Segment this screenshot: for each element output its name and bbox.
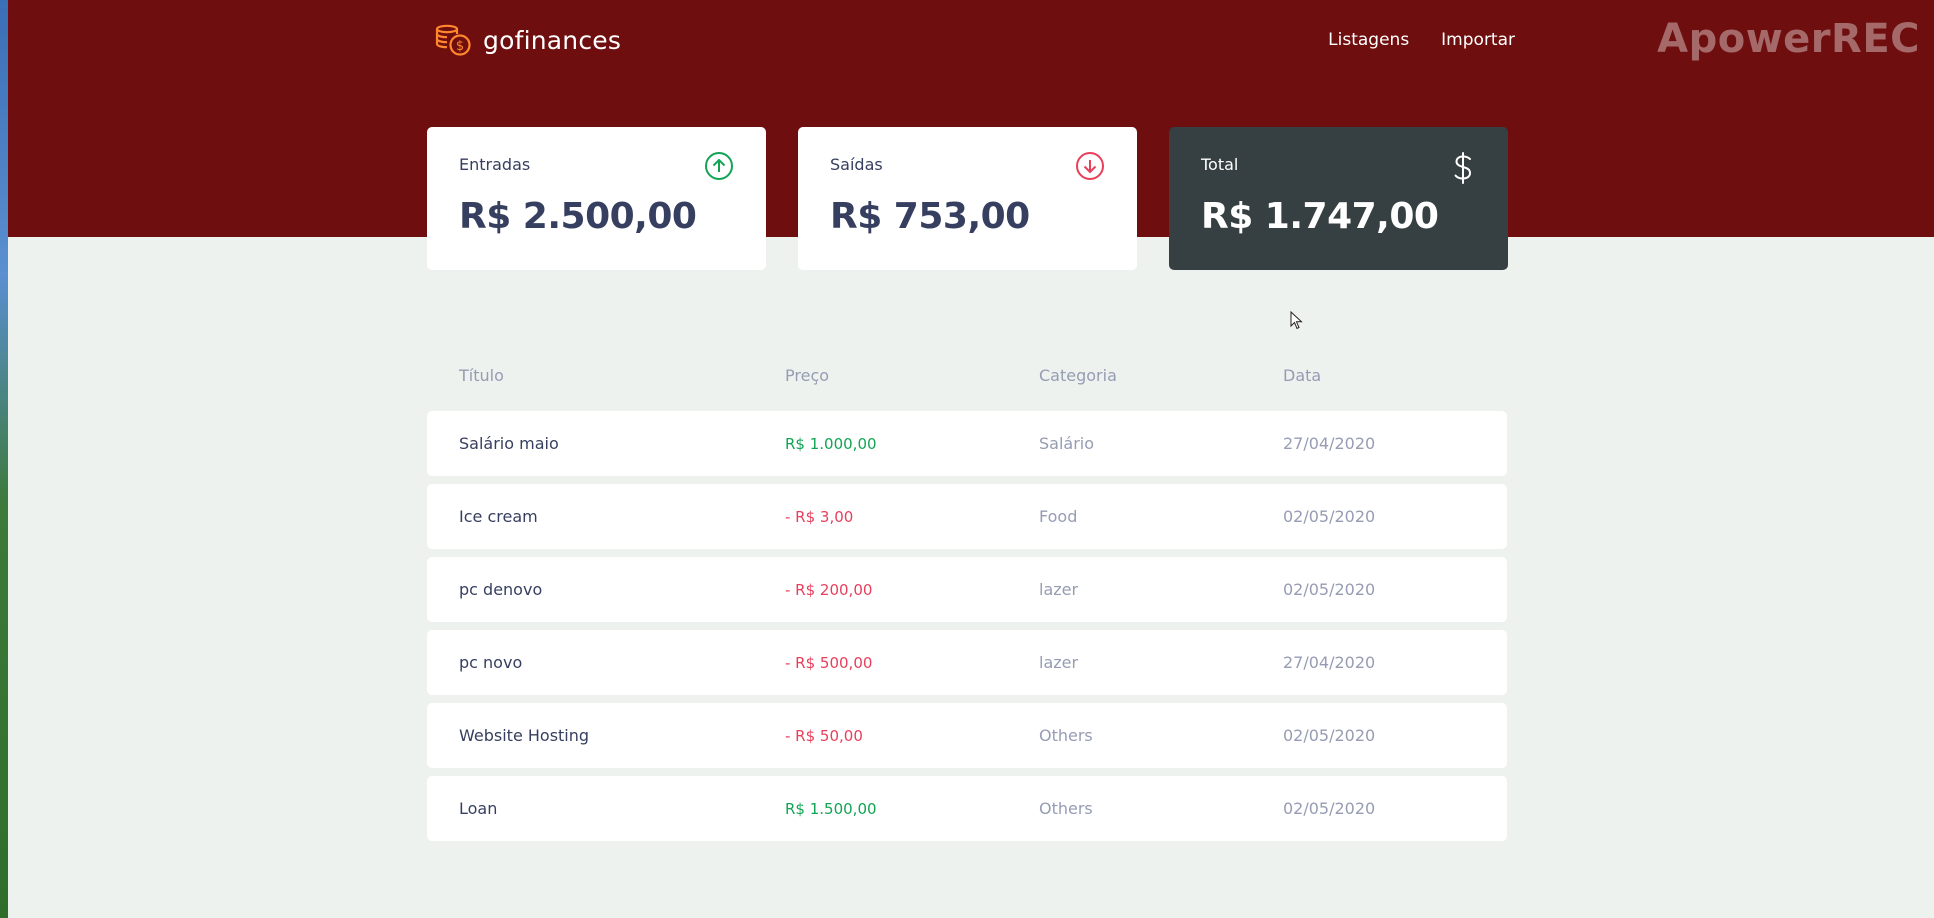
- table-row: Salário maio R$ 1.000,00 Salário 27/04/2…: [427, 411, 1507, 476]
- recorder-watermark: ApowerREC: [1657, 16, 1920, 62]
- total-card-label: Total: [1201, 155, 1239, 174]
- table-row: pc denovo - R$ 200,00 lazer 02/05/2020: [427, 557, 1507, 622]
- table-row: pc novo - R$ 500,00 lazer 27/04/2020: [427, 630, 1507, 695]
- cell-title: Loan: [459, 799, 498, 818]
- desktop-background: [0, 0, 8, 918]
- table-row: Website Hosting - R$ 50,00 Others 02/05/…: [427, 703, 1507, 768]
- cell-price: - R$ 500,00: [785, 653, 873, 672]
- outcome-card-value: R$ 753,00: [830, 196, 1030, 237]
- transactions-table: Título Preço Categoria Data Salário maio…: [427, 350, 1507, 849]
- cell-title: Salário maio: [459, 434, 559, 453]
- nav-link-listagens[interactable]: Listagens: [1328, 30, 1409, 50]
- svg-text:$: $: [456, 39, 464, 54]
- summary-cards: Entradas R$ 2.500,00 Saídas R$ 753,00 To…: [427, 127, 1508, 270]
- cell-date: 02/05/2020: [1283, 507, 1376, 526]
- app-name: gofinances: [483, 25, 622, 55]
- logo[interactable]: $ gofinances: [435, 24, 621, 56]
- cell-price: R$ 1.000,00: [785, 434, 877, 453]
- total-card-value: R$ 1.747,00: [1201, 196, 1439, 237]
- cell-price: - R$ 3,00: [785, 507, 854, 526]
- total-card: Total R$ 1.747,00: [1169, 127, 1508, 270]
- cell-category: Salário: [1039, 434, 1095, 453]
- income-card-value: R$ 2.500,00: [459, 196, 697, 237]
- column-header-categoria: Categoria: [1039, 366, 1117, 385]
- cell-price: - R$ 50,00: [785, 726, 863, 745]
- top-nav: Listagens Importar: [1328, 30, 1515, 50]
- cell-category: lazer: [1039, 653, 1079, 672]
- income-card-label: Entradas: [459, 155, 531, 174]
- cell-date: 02/05/2020: [1283, 580, 1376, 599]
- header-inner: $ gofinances Listagens Importar: [427, 0, 1515, 82]
- arrow-up-circle-icon: [704, 151, 734, 185]
- cell-title: pc novo: [459, 653, 523, 672]
- cell-date: 02/05/2020: [1283, 726, 1376, 745]
- cell-title: Ice cream: [459, 507, 538, 526]
- cell-date: 02/05/2020: [1283, 799, 1376, 818]
- dollar-sign-icon: [1450, 151, 1476, 189]
- cell-title: pc denovo: [459, 580, 543, 599]
- cell-category: Others: [1039, 799, 1093, 818]
- column-header-titulo: Título: [459, 366, 504, 385]
- outcome-card-label: Saídas: [830, 155, 883, 174]
- cell-date: 27/04/2020: [1283, 653, 1376, 672]
- outcome-card: Saídas R$ 753,00: [798, 127, 1137, 270]
- mouse-cursor-icon: [1290, 310, 1304, 335]
- app-window: $ gofinances Listagens Importar ApowerRE…: [0, 0, 1934, 918]
- column-header-preco: Preço: [785, 366, 830, 385]
- arrow-down-circle-icon: [1075, 151, 1105, 185]
- cell-category: Food: [1039, 507, 1078, 526]
- cell-category: lazer: [1039, 580, 1079, 599]
- cell-title: Website Hosting: [459, 726, 590, 745]
- cell-price: - R$ 200,00: [785, 580, 873, 599]
- table-row: Ice cream - R$ 3,00 Food 02/05/2020: [427, 484, 1507, 549]
- cell-category: Others: [1039, 726, 1093, 745]
- column-header-data: Data: [1283, 366, 1322, 385]
- table-row: Loan R$ 1.500,00 Others 02/05/2020: [427, 776, 1507, 841]
- nav-link-importar[interactable]: Importar: [1441, 30, 1515, 50]
- income-card: Entradas R$ 2.500,00: [427, 127, 766, 270]
- table-header: Título Preço Categoria Data: [427, 350, 1507, 395]
- cell-date: 27/04/2020: [1283, 434, 1376, 453]
- cell-price: R$ 1.500,00: [785, 799, 877, 818]
- coins-logo-icon: $: [435, 24, 471, 56]
